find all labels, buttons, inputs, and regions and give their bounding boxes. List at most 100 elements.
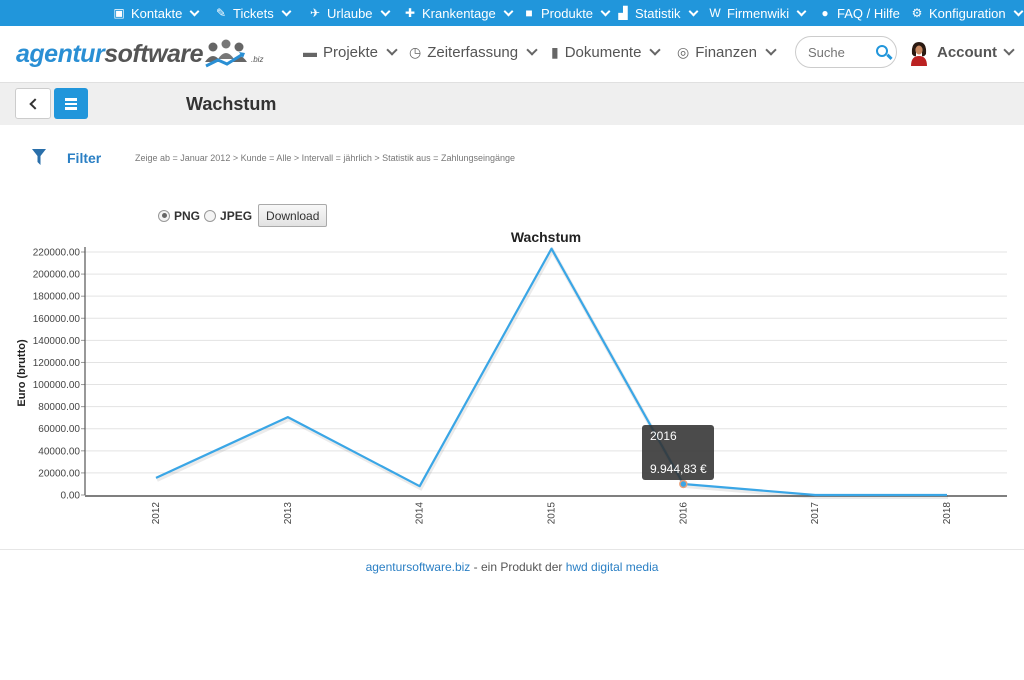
y-tick-label: 60000.00 [38, 424, 80, 435]
menu-button[interactable] [54, 88, 88, 119]
series-line [155, 247, 947, 497]
topnav-label: Tickets [233, 5, 274, 21]
y-tick-label: 180000.00 [33, 292, 81, 303]
y-tick-label: 140000.00 [33, 336, 81, 347]
nav-finanzen[interactable]: ◎ Finanzen [677, 26, 777, 78]
chevron-down-icon [189, 6, 200, 17]
chevron-down-icon [1003, 44, 1015, 56]
clock-icon: ◷ [409, 43, 422, 60]
jpeg-radio[interactable] [204, 209, 217, 222]
topnav-label: Firmenwiki [727, 5, 790, 21]
chevron-down-icon [1013, 6, 1024, 17]
topnav-label: Konfiguration [929, 5, 1006, 21]
gears-icon: ⚙ [911, 6, 923, 20]
download-button[interactable]: Download [258, 204, 328, 227]
chevron-down-icon [526, 44, 538, 56]
ticket-icon: ✎ [215, 6, 227, 20]
page-title: Wachstum [186, 94, 277, 114]
y-tick-label: 20000.00 [38, 468, 80, 479]
search-box[interactable] [795, 36, 897, 68]
png-label[interactable]: PNG [174, 209, 200, 223]
x-tick-label: 2014 [415, 502, 426, 525]
x-tick-label: 2018 [942, 502, 953, 525]
png-radio[interactable] [158, 209, 170, 222]
y-tick-label: 80000.00 [38, 402, 80, 413]
contact-card-icon: ▣ [113, 6, 125, 20]
topnav-firmenwiki[interactable]: W Firmenwiki [708, 0, 807, 26]
people-growth-icon [205, 39, 247, 68]
y-tick-label: 200000.00 [33, 270, 81, 281]
chevron-down-icon [386, 44, 398, 56]
topnav-label: FAQ / Hilfe [837, 5, 900, 21]
topnav-statistik[interactable]: ▟ Statistik [616, 0, 699, 26]
nav-dokumente[interactable]: ▮ Dokumente [551, 26, 662, 78]
logo-text-agentur: agentur [16, 39, 105, 68]
wikipedia-icon: W [709, 6, 721, 20]
y-tick-label: 0.00 [61, 491, 81, 502]
header: agentur software .biz ▬ Projekte ◷ Zeiterfa… [0, 26, 1024, 82]
logo[interactable]: agentur software .biz [16, 37, 263, 71]
chart-tooltip: 2016 9.944,83 € [642, 425, 714, 480]
page-toolbar: Wachstum [0, 82, 1024, 125]
back-button[interactable] [15, 88, 51, 119]
footer-link-company[interactable]: hwd digital media [566, 560, 659, 574]
topnav-label: Kontakte [131, 5, 183, 21]
nav-label: Dokumente [564, 43, 642, 61]
topnav-label: Krankentage [422, 5, 496, 21]
topnav-label: Statistik [635, 5, 681, 21]
topnav-tickets[interactable]: ✎ Tickets [214, 0, 292, 26]
chevron-down-icon [281, 6, 292, 17]
topnav-produkte[interactable]: ■ Produkte [522, 0, 611, 26]
filter-toggle[interactable]: Filter [67, 150, 101, 166]
chart-title: Wachstum [511, 229, 581, 245]
y-tick-label: 40000.00 [38, 446, 80, 457]
y-tick-label: 120000.00 [33, 358, 81, 369]
logo-text-software: software [104, 39, 203, 68]
topnav-label: Produkte [541, 5, 594, 21]
hovered-data-point [679, 479, 688, 489]
topnav-kontakte[interactable]: ▣ Kontakte [112, 0, 200, 26]
topnav-krankentage[interactable]: ✚ Krankentage [403, 0, 514, 26]
logo-tld: .biz [251, 54, 264, 64]
topnav-konfiguration[interactable]: ⚙ Konfiguration [910, 0, 1024, 26]
nav-projekte[interactable]: ▬ Projekte [303, 26, 398, 78]
medkit-icon: ✚ [404, 6, 416, 20]
footer-text: - ein Produkt der [470, 560, 566, 574]
chevron-down-icon [503, 6, 514, 17]
topnav-urlaube[interactable]: ✈ Urlaube [308, 0, 391, 26]
growth-line-chart: Wachstum Euro (brutto) 0.00 20000.00 40000… [16, 229, 1007, 525]
briefcase-icon: ▬ [303, 44, 317, 60]
avatar[interactable] [908, 40, 930, 66]
cube-icon: ■ [525, 6, 533, 20]
hamburger-icon-line [65, 107, 77, 110]
account-menu[interactable]: Account [937, 26, 1015, 78]
y-axis-label: Euro (brutto) [16, 339, 28, 407]
footer: agentursoftware.biz - ein Produkt der hw… [0, 549, 1024, 574]
nav-label: Projekte [323, 43, 379, 61]
x-tick-label: 2012 [151, 502, 162, 525]
hamburger-icon-line [65, 102, 77, 105]
chevron-down-icon [796, 6, 807, 17]
topnav-faq-hilfe[interactable]: ● FAQ / Hilfe [818, 0, 900, 26]
hamburger-icon [65, 98, 77, 101]
coins-icon: ◎ [677, 43, 690, 60]
chevron-down-icon [765, 44, 777, 56]
filter-summary: Zeige ab = Januar 2012 > Kunde = Alle > … [135, 153, 516, 163]
nav-zeiterfassung[interactable]: ◷ Zeiterfassung [409, 26, 538, 78]
footer-link-product[interactable]: agentursoftware.biz [366, 560, 471, 574]
y-tick-label: 220000.00 [33, 248, 81, 259]
jpeg-label[interactable]: JPEG [220, 209, 252, 223]
account-label: Account [937, 43, 997, 61]
tooltip-category: 2016 [650, 429, 677, 443]
chevron-down-icon [380, 6, 390, 17]
x-tick-label: 2013 [283, 502, 294, 525]
y-tick-label: 100000.00 [33, 380, 81, 391]
filter-icon[interactable] [32, 149, 46, 165]
search-input[interactable] [808, 44, 868, 60]
x-tick-label: 2015 [547, 502, 558, 525]
y-tick-label: 160000.00 [33, 314, 81, 325]
chevron-down-icon [600, 6, 611, 17]
top-navigation-bar: ▣ Kontakte ✎ Tickets ✈ Urlaube ✚ Krankentage ■ Pr… [0, 0, 1024, 26]
nav-label: Finanzen [695, 43, 757, 61]
search-icon[interactable] [876, 45, 888, 57]
